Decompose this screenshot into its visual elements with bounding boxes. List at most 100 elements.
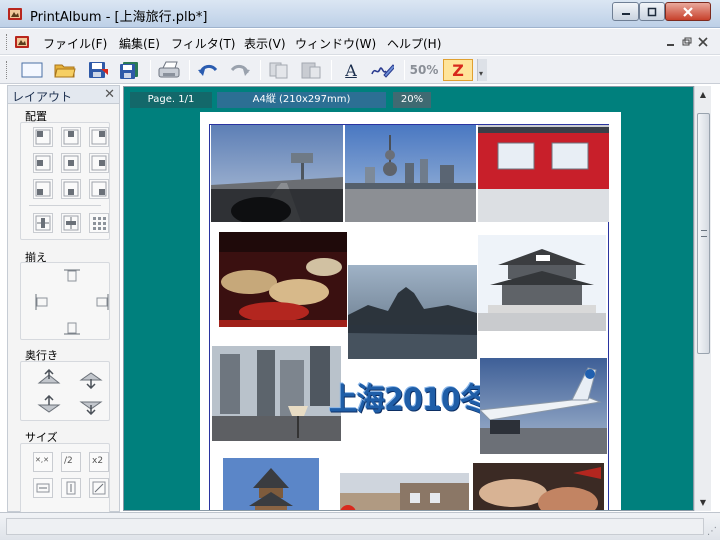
align-right-edges-icon: [96, 294, 109, 310]
paste-button[interactable]: [299, 59, 323, 81]
align-top-edges-button[interactable]: [61, 267, 81, 287]
photo-highway[interactable]: [211, 125, 343, 222]
scroll-up-arrow[interactable]: ▲: [695, 86, 711, 103]
photo-pavilion[interactable]: [478, 235, 606, 331]
photo-pagoda-lake[interactable]: [348, 265, 477, 359]
align-left-edges-button[interactable]: [33, 291, 53, 311]
mdi-minimize-icon[interactable]: [666, 37, 676, 47]
signature-button[interactable]: [370, 59, 394, 81]
align-center-button[interactable]: [61, 153, 81, 173]
align-top-left-button[interactable]: [33, 127, 53, 147]
album-page[interactable]: 上海2010冬 旅行: [200, 112, 621, 510]
undo-button[interactable]: [196, 59, 220, 81]
size-width-button[interactable]: [33, 478, 53, 498]
photo-food-buffet[interactable]: [219, 232, 347, 327]
paper-size-indicator[interactable]: A4縦 (210x297mm): [217, 92, 386, 108]
align-bottom-edges-icon: [64, 322, 80, 335]
photo-skyline[interactable]: [345, 125, 476, 222]
scroll-down-arrow[interactable]: ▼: [695, 494, 711, 511]
resize-both-icon: [92, 481, 106, 495]
align-left-edges-icon: [35, 294, 48, 310]
zoom-fit-label: Z: [452, 60, 464, 80]
status-bar: ⋰: [0, 512, 720, 540]
undo-icon: [198, 64, 218, 76]
document-icon[interactable]: [14, 34, 30, 50]
vertical-scrollbar[interactable]: ▲ ▼: [694, 86, 711, 511]
menu-edit[interactable]: 編集(E): [119, 35, 160, 52]
align-bottom-right-button[interactable]: [89, 179, 109, 199]
copy-button[interactable]: [267, 59, 291, 81]
save-as-button[interactable]: [117, 59, 141, 81]
toolbar-overflow[interactable]: ▾: [477, 59, 487, 81]
new-button[interactable]: [20, 59, 44, 81]
train-photo-image: [478, 125, 609, 222]
photo-seafood[interactable]: [473, 463, 604, 510]
resize-grip-icon[interactable]: ⋰: [707, 526, 717, 537]
align-top-right-button[interactable]: [89, 127, 109, 147]
app-icon: [8, 8, 22, 20]
fit-size-label: ✕,✕: [35, 456, 49, 464]
bring-to-front-button[interactable]: [35, 368, 61, 388]
close-button[interactable]: [665, 2, 711, 21]
distribute-horizontal-button[interactable]: [33, 213, 53, 233]
bring-to-front-icon: [37, 369, 61, 384]
open-button[interactable]: [53, 59, 77, 81]
toolbar-grip[interactable]: [6, 61, 9, 79]
photo-city-street[interactable]: [212, 346, 341, 441]
tower-photo-image: [223, 458, 319, 510]
toolbar: A 50% Z ▾: [0, 56, 720, 84]
size-section: ✕,✕ /2 x2: [20, 443, 110, 513]
align-bottom-center-button[interactable]: [61, 179, 81, 199]
zoom-50-button[interactable]: 50%: [409, 59, 439, 81]
align-middle-right-button[interactable]: [89, 153, 109, 173]
photo-tower[interactable]: [223, 458, 319, 510]
align-top-center-button[interactable]: [61, 127, 81, 147]
distribute-vertical-icon: [63, 215, 79, 231]
double-size-label: x2: [92, 456, 104, 466]
align-bottom-left-button[interactable]: [33, 179, 53, 199]
copy-icon: [269, 62, 288, 79]
save-all-icon: [120, 62, 138, 79]
maximize-button[interactable]: [639, 2, 665, 21]
menu-view[interactable]: 表示(V): [244, 35, 286, 52]
bring-forward-button[interactable]: [77, 368, 103, 389]
fit-size-button[interactable]: ✕,✕: [33, 452, 53, 472]
photo-street-market[interactable]: [340, 473, 469, 510]
align-middle-left-button[interactable]: [33, 153, 53, 173]
menu-window[interactable]: ウィンドウ(W): [295, 35, 376, 52]
half-size-button[interactable]: /2: [61, 452, 81, 472]
photo-airplane[interactable]: [480, 358, 607, 454]
menu-filter[interactable]: フィルタ(T): [171, 35, 235, 52]
align-right-edges-button[interactable]: [89, 291, 109, 311]
save-button[interactable]: [86, 59, 110, 81]
mdi-restore-icon[interactable]: [682, 37, 692, 47]
menu-file[interactable]: ファイル(F): [43, 35, 107, 52]
menu-bar: ファイル(F) 編集(E) フィルタ(T) 表示(V) ウィンドウ(W) ヘルプ…: [0, 29, 720, 55]
distribute-vertical-button[interactable]: [61, 213, 81, 233]
folder-icon: [54, 64, 76, 78]
menubar-grip[interactable]: [6, 34, 9, 50]
print-button[interactable]: [157, 59, 181, 81]
album-workspace[interactable]: Page. 1/1 A4縦 (210x297mm) 20% 上海2010冬 旅行: [123, 86, 694, 511]
text-tool-button[interactable]: A: [339, 59, 363, 81]
bring-forward-icon: [79, 372, 103, 389]
scroll-thumb[interactable]: [697, 113, 710, 354]
size-height-button[interactable]: [61, 478, 81, 498]
double-size-button[interactable]: x2: [89, 452, 109, 472]
photo-train[interactable]: [478, 125, 609, 222]
panel-close-icon[interactable]: ✕: [104, 87, 115, 102]
redo-button[interactable]: [228, 59, 252, 81]
zoom-fit-button[interactable]: Z: [443, 59, 473, 81]
minimize-button[interactable]: [612, 2, 639, 21]
album-title-text[interactable]: 上海2010冬 旅行: [329, 360, 553, 440]
align-bottom-edges-button[interactable]: [61, 315, 81, 335]
menu-help[interactable]: ヘルプ(H): [387, 35, 441, 52]
send-to-back-button[interactable]: [77, 394, 103, 415]
mdi-close-icon[interactable]: [698, 37, 708, 47]
distribute-horizontal-icon: [35, 215, 51, 231]
size-both-button[interactable]: [89, 478, 109, 498]
align-bottom-left-icon: [35, 181, 51, 197]
zoom-50-label: 50%: [409, 63, 439, 77]
send-backward-button[interactable]: [35, 394, 61, 414]
grid-arrange-button[interactable]: [89, 213, 109, 233]
